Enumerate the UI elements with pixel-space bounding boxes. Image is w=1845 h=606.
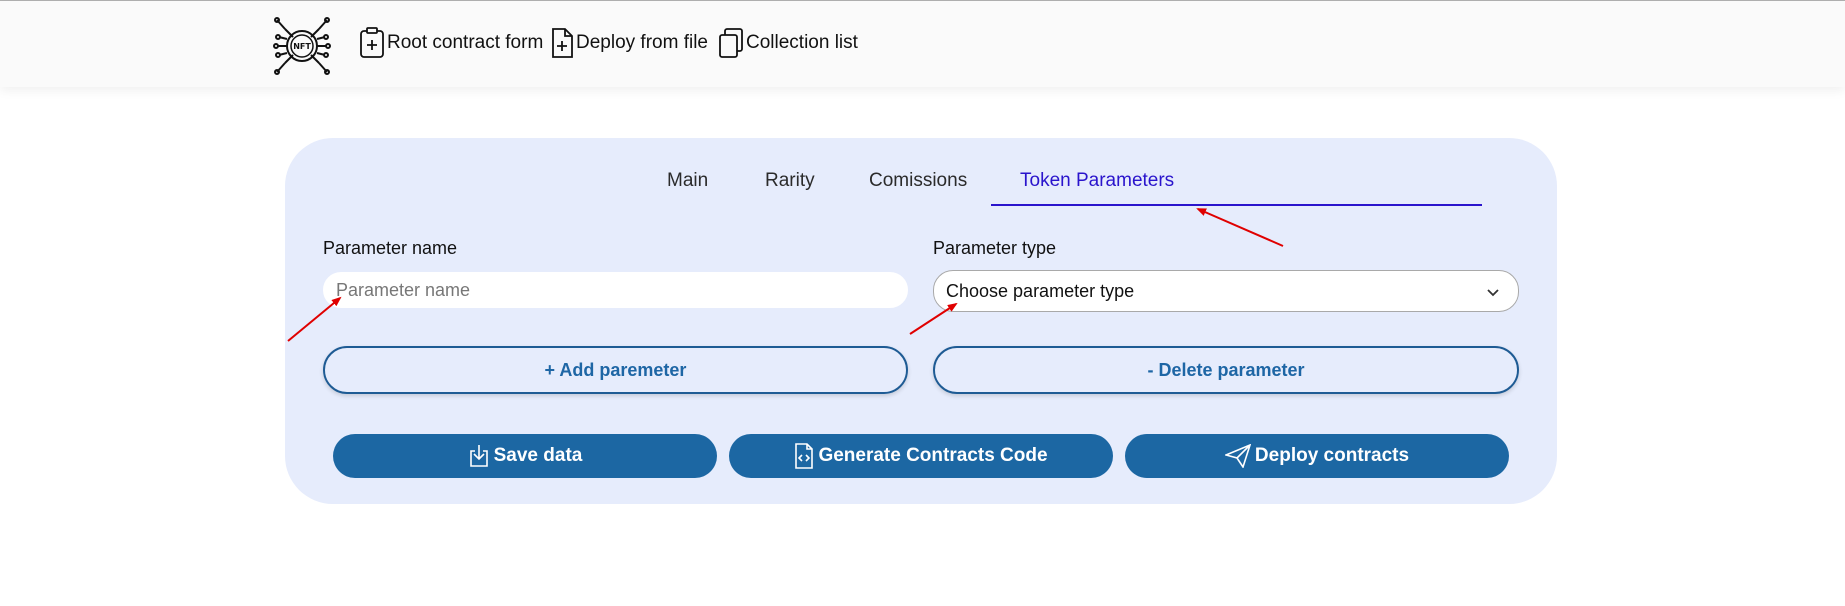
svg-text:NFT: NFT	[293, 42, 311, 51]
delete-parameter-label: - Delete parameter	[1147, 359, 1305, 380]
nav-link-label: Root contract form	[387, 32, 544, 53]
nav-link-deploy-from-file[interactable]: Deploy from file	[550, 27, 708, 59]
file-code-icon	[795, 443, 814, 469]
active-tab-indicator	[991, 204, 1482, 206]
file-plus-icon	[552, 28, 573, 58]
save-data-label: Save data	[493, 445, 583, 466]
deploy-contracts-button[interactable]: Deploy contracts	[1125, 434, 1509, 478]
form-card: Main Rarity Comissions Token Parameters …	[285, 138, 1557, 504]
delete-parameter-button[interactable]: - Delete parameter	[933, 346, 1519, 394]
parameter-type-label: Parameter type	[933, 238, 1057, 258]
parameter-name-label: Parameter name	[323, 238, 458, 258]
chevron-down-icon	[1487, 289, 1499, 297]
nav-link-collection-list[interactable]: Collection list	[718, 27, 858, 59]
tab-token-parameters[interactable]: Token Parameters	[1020, 170, 1174, 192]
nav-link-root-contract-form[interactable]: Root contract form	[359, 27, 543, 59]
parameter-name-input[interactable]	[323, 272, 908, 308]
generate-contracts-code-label: Generate Contracts Code	[818, 445, 1048, 466]
nav-link-label: Collection list	[746, 32, 858, 53]
save-data-button[interactable]: Save data	[333, 434, 717, 478]
download-tray-icon	[469, 445, 488, 467]
parameter-type-select[interactable]: Choose parameter type	[933, 270, 1519, 312]
tab-main[interactable]: Main	[667, 170, 708, 192]
paper-plane-icon	[1224, 444, 1251, 468]
navbar: NFT Root contract form Deploy from file …	[0, 1, 1845, 87]
copy-files-icon	[719, 28, 743, 58]
deploy-contracts-label: Deploy contracts	[1254, 445, 1410, 466]
clipboard-plus-icon	[360, 27, 384, 58]
add-parameter-button[interactable]: + Add paremeter	[323, 346, 908, 394]
tab-rarity[interactable]: Rarity	[765, 170, 815, 192]
nav-link-label: Deploy from file	[576, 32, 708, 53]
parameter-type-selected: Choose parameter type	[946, 280, 1135, 301]
nft-circuit-logo-icon[interactable]: NFT	[273, 17, 331, 75]
tab-comissions[interactable]: Comissions	[869, 170, 967, 192]
add-parameter-label: + Add paremeter	[544, 359, 687, 380]
generate-contracts-code-button[interactable]: Generate Contracts Code	[729, 434, 1113, 478]
